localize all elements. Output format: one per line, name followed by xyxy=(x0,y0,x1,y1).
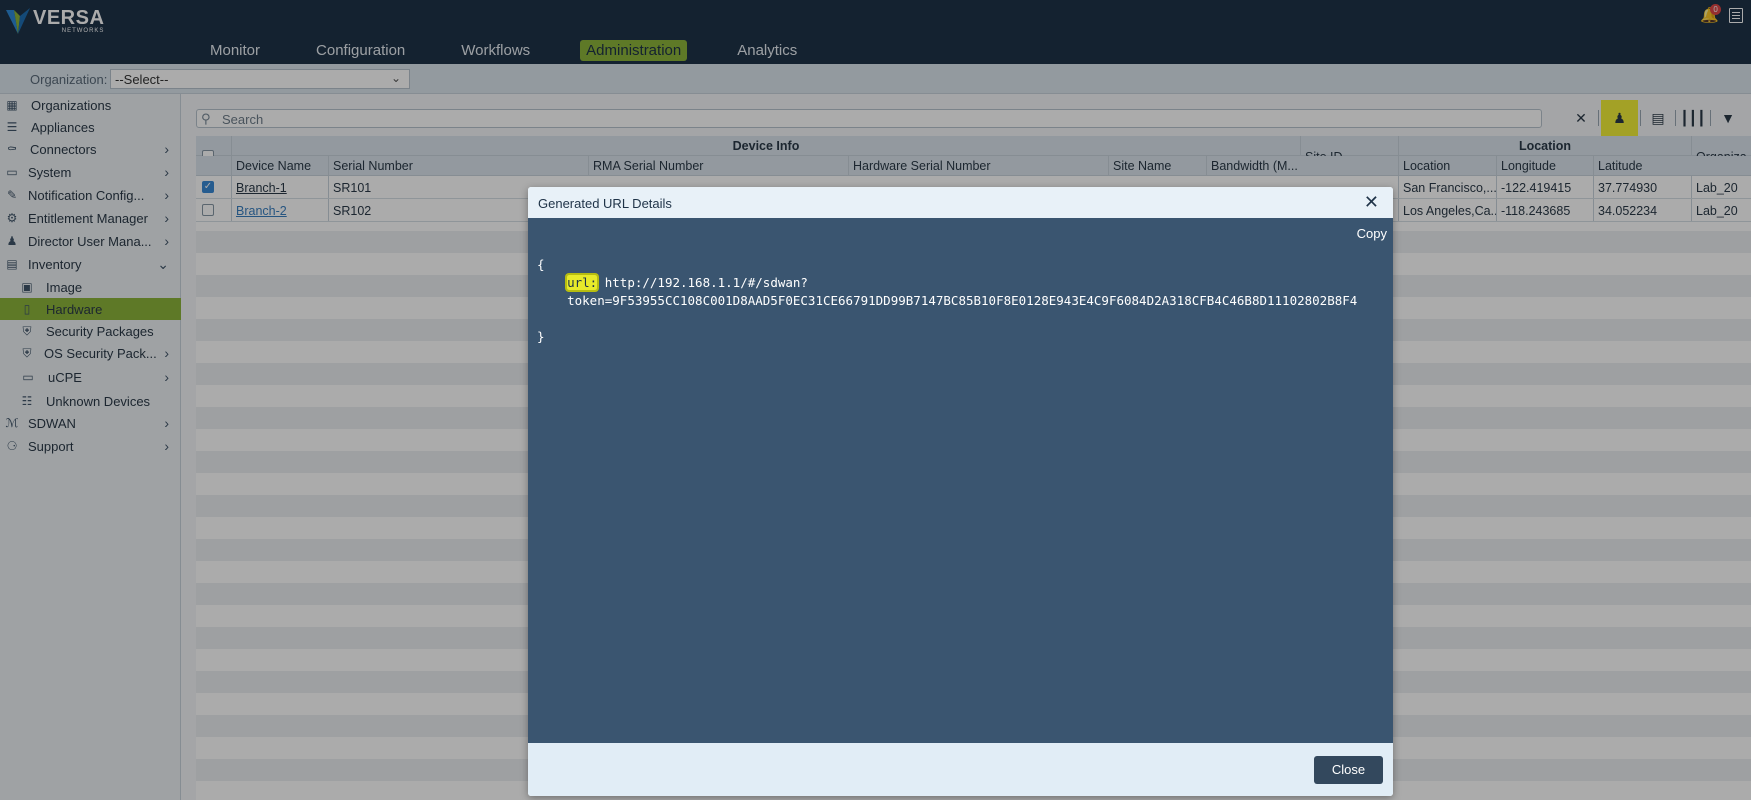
dialog-title: Generated URL Details xyxy=(538,196,672,211)
url-value-line2: token=9F53955CC108C001D8AAD5F0EC31CE6679… xyxy=(567,293,1358,308)
json-close-brace: } xyxy=(537,329,545,344)
copy-button[interactable]: Copy xyxy=(1357,226,1387,241)
close-button[interactable]: Close xyxy=(1314,756,1383,784)
close-icon[interactable]: ✕ xyxy=(1364,192,1379,213)
url-value-line1: http://192.168.1.1/#/sdwan? xyxy=(604,275,808,290)
json-open-brace: { xyxy=(537,257,545,272)
dialog-header: Generated URL Details ✕ xyxy=(528,187,1393,218)
url-json-output[interactable]: { url: http://192.168.1.1/#/sdwan? token… xyxy=(537,256,1357,346)
generated-url-dialog: Generated URL Details ✕ Copy { url: http… xyxy=(528,187,1393,796)
dialog-code-panel: Copy { url: http://192.168.1.1/#/sdwan? … xyxy=(528,218,1393,743)
dialog-footer: Close xyxy=(528,743,1393,796)
url-key: url: xyxy=(567,275,598,290)
